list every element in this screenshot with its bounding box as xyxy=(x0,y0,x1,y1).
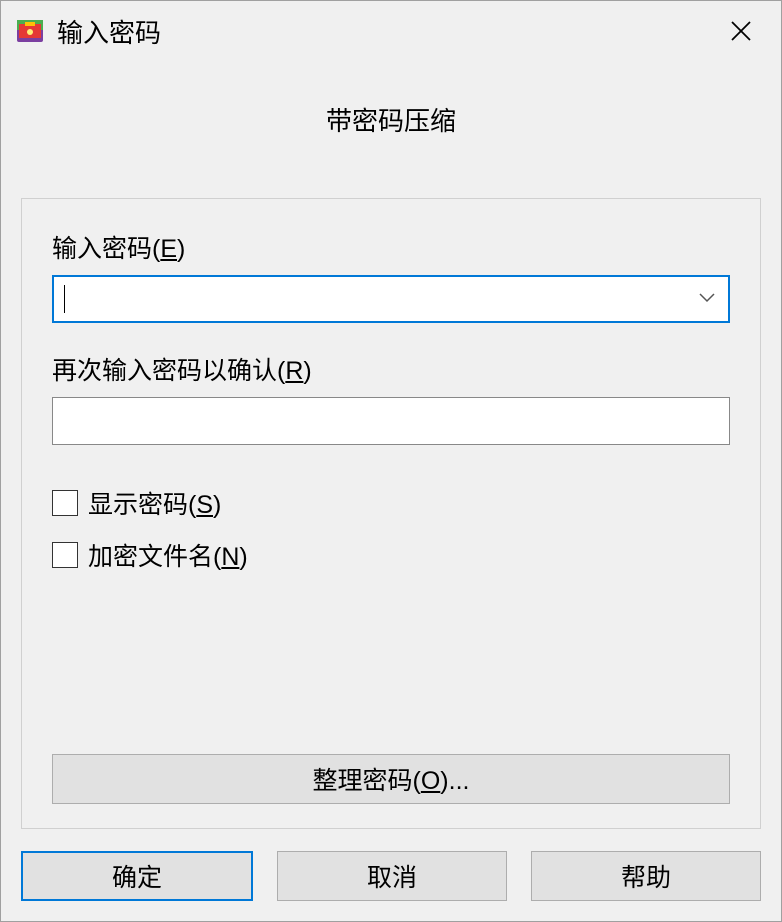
dialog-subtitle: 带密码压缩 xyxy=(21,61,761,198)
encrypt-filenames-label[interactable]: 加密文件名(N) xyxy=(88,537,248,573)
window-title: 输入密码 xyxy=(57,13,711,50)
encrypt-filenames-row: 加密文件名(N) xyxy=(52,537,730,573)
password-label: 输入密码(E) xyxy=(52,229,730,265)
close-icon xyxy=(730,20,752,42)
ok-button[interactable]: 确定 xyxy=(21,851,253,901)
password-dialog-window: 输入密码 带密码压缩 输入密码(E) xyxy=(0,0,782,922)
encrypt-filenames-checkbox[interactable] xyxy=(52,542,78,568)
confirm-password-label: 再次输入密码以确认(R) xyxy=(52,351,730,387)
spacer xyxy=(52,589,730,754)
confirm-password-input[interactable] xyxy=(52,397,730,445)
organize-passwords-button[interactable]: 整理密码(O)... xyxy=(52,754,730,804)
close-button[interactable] xyxy=(711,6,771,56)
password-combo[interactable] xyxy=(52,275,730,323)
dialog-content: 带密码压缩 输入密码(E) 再次输入密码以确认(R) xyxy=(1,61,781,921)
winrar-icon xyxy=(15,16,45,46)
password-groupbox: 输入密码(E) 再次输入密码以确认(R) 显示密码(S) xyxy=(21,198,761,829)
show-password-row: 显示密码(S) xyxy=(52,485,730,521)
show-password-checkbox[interactable] xyxy=(52,490,78,516)
cancel-button[interactable]: 取消 xyxy=(277,851,507,901)
dialog-button-row: 确定 取消 帮助 xyxy=(21,829,761,901)
password-input[interactable] xyxy=(52,275,730,323)
help-button[interactable]: 帮助 xyxy=(531,851,761,901)
titlebar: 输入密码 xyxy=(1,1,781,61)
show-password-label[interactable]: 显示密码(S) xyxy=(88,485,221,521)
text-caret xyxy=(64,285,65,313)
